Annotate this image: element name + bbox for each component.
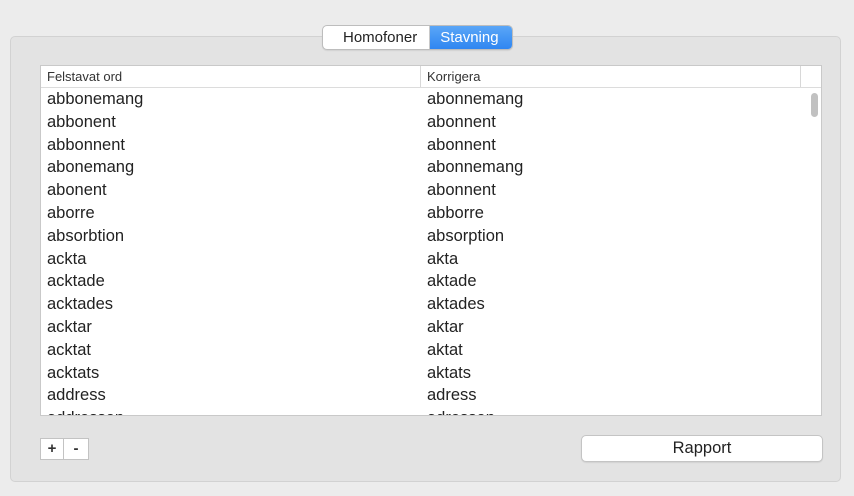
table-row[interactable]: ackta akta bbox=[41, 248, 801, 271]
cell-misspelled[interactable]: acktats bbox=[41, 362, 421, 385]
table-row[interactable]: abbonent abonnent bbox=[41, 111, 801, 134]
remove-button[interactable]: - bbox=[64, 439, 88, 459]
cell-misspelled[interactable]: aborre bbox=[41, 202, 421, 225]
cell-misspelled[interactable]: abonemang bbox=[41, 156, 421, 179]
vertical-scrollbar[interactable] bbox=[809, 90, 819, 412]
tab-homofoner[interactable]: Homofoner bbox=[323, 26, 431, 49]
table-row[interactable]: acktades aktades bbox=[41, 293, 801, 316]
cell-correction[interactable]: abonnent bbox=[421, 111, 801, 134]
cell-correction[interactable]: aktat bbox=[421, 339, 801, 362]
preferences-window: Homofoner Stavning Felstavat ord Korrige… bbox=[0, 0, 854, 496]
cell-misspelled[interactable]: acktades bbox=[41, 293, 421, 316]
table-row[interactable]: address adress bbox=[41, 384, 801, 407]
scrollbar-thumb[interactable] bbox=[811, 93, 818, 117]
table-row[interactable]: abonent abonnent bbox=[41, 179, 801, 202]
add-remove-control: + - bbox=[40, 438, 89, 460]
cell-misspelled[interactable]: absorbtion bbox=[41, 225, 421, 248]
cell-correction[interactable]: abonnent bbox=[421, 179, 801, 202]
cell-correction[interactable]: absorption bbox=[421, 225, 801, 248]
tab-stavning[interactable]: Stavning bbox=[430, 26, 512, 49]
table-row[interactable]: acktat aktat bbox=[41, 339, 801, 362]
add-button[interactable]: + bbox=[41, 439, 64, 459]
table-row[interactable]: abbonemang abonnemang bbox=[41, 88, 801, 111]
table-row[interactable]: aborre abborre bbox=[41, 202, 801, 225]
cell-correction[interactable]: abborre bbox=[421, 202, 801, 225]
column-header-misspelled[interactable]: Felstavat ord bbox=[41, 66, 421, 87]
tab-segmented-control: Homofoner Stavning bbox=[322, 25, 513, 50]
table-body: abbonemang abonnemang abbonent abonnent abbo… bbox=[41, 88, 801, 415]
table-row[interactable]: absorbtion absorption bbox=[41, 225, 801, 248]
column-header-correction[interactable]: Korrigera bbox=[421, 66, 801, 87]
table-row[interactable]: abbonnent abonnent bbox=[41, 134, 801, 157]
table-row[interactable]: addressenadressen bbox=[41, 407, 801, 415]
table-row[interactable]: acktats aktats bbox=[41, 362, 801, 385]
cell-misspelled[interactable]: abbonent bbox=[41, 111, 421, 134]
cell-correction[interactable]: aktade bbox=[421, 270, 801, 293]
cell-misspelled[interactable]: addressen bbox=[41, 407, 421, 415]
cell-correction[interactable]: abonnent bbox=[421, 134, 801, 157]
cell-correction[interactable]: aktades bbox=[421, 293, 801, 316]
table-row[interactable]: abonemang abonnemang bbox=[41, 156, 801, 179]
spelling-table: Felstavat ord Korrigera abbonemang abonne… bbox=[40, 65, 822, 416]
cell-misspelled[interactable]: ackta bbox=[41, 248, 421, 271]
cell-misspelled[interactable]: abbonnent bbox=[41, 134, 421, 157]
cell-correction[interactable]: aktar bbox=[421, 316, 801, 339]
table-header: Felstavat ord Korrigera bbox=[41, 66, 821, 88]
cell-correction[interactable]: akta bbox=[421, 248, 801, 271]
cell-misspelled[interactable]: abonent bbox=[41, 179, 421, 202]
table-row[interactable]: acktade aktade bbox=[41, 270, 801, 293]
cell-correction[interactable]: abonnemang bbox=[421, 156, 801, 179]
cell-correction[interactable]: adressen bbox=[421, 407, 801, 415]
cell-misspelled[interactable]: acktat bbox=[41, 339, 421, 362]
cell-misspelled[interactable]: acktar bbox=[41, 316, 421, 339]
cell-correction[interactable]: abonnemang bbox=[421, 88, 801, 111]
cell-correction[interactable]: aktats bbox=[421, 362, 801, 385]
cell-misspelled[interactable]: acktade bbox=[41, 270, 421, 293]
cell-misspelled[interactable]: abbonemang bbox=[41, 88, 421, 111]
cell-misspelled[interactable]: address bbox=[41, 384, 421, 407]
report-button[interactable]: Rapport bbox=[581, 435, 823, 462]
cell-correction[interactable]: adress bbox=[421, 384, 801, 407]
table-row[interactable]: acktar aktar bbox=[41, 316, 801, 339]
